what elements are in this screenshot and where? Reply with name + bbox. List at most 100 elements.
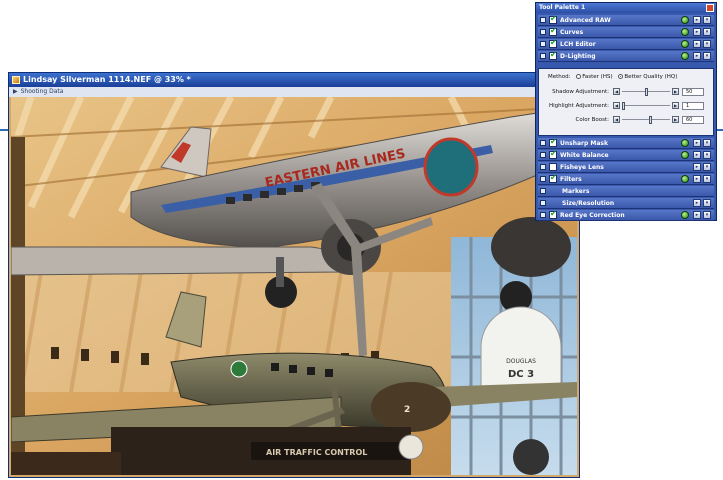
image-file-icon xyxy=(12,76,20,84)
tool-row-fisheye-lens[interactable]: Fisheye Lens ▸ ▾ xyxy=(538,162,714,173)
tool-row-unsharp-mask[interactable]: ✔ Unsharp Mask ▸ ▾ xyxy=(538,137,714,149)
tool-options-button[interactable]: ▸ xyxy=(693,199,701,207)
photo-canvas[interactable]: EASTERN AIR LINES DOUGLAS DC 3 2 AIR TRA… xyxy=(11,97,577,475)
expand-toggle-icon[interactable] xyxy=(540,200,546,206)
tool-menu-button[interactable]: ▾ xyxy=(703,163,711,171)
d-lighting-panel: Method: Faster (HS) Better Quality (HQ) … xyxy=(538,68,714,136)
tool-menu-button[interactable]: ▾ xyxy=(703,52,711,60)
tool-enable-checkbox[interactable]: ✔ xyxy=(549,38,557,48)
tool-menu-button[interactable]: ▾ xyxy=(703,139,711,147)
tool-enable-checkbox[interactable]: ✔ xyxy=(549,50,557,60)
status-green-icon xyxy=(681,139,689,147)
tool-row-red-eye-correction[interactable]: ✔ Red Eye Correction ▸ ▾ xyxy=(538,209,714,221)
slider-value-input[interactable]: 60 xyxy=(682,116,704,124)
expand-toggle-icon[interactable] xyxy=(540,41,546,47)
tool-label: Filters xyxy=(560,176,582,183)
expand-triangle-icon[interactable]: ▶ xyxy=(13,87,18,97)
image-window-title: Lindsay Silverman 1114.NEF @ 33% * xyxy=(23,75,191,84)
radio-better-label[interactable]: Better Quality (HQ) xyxy=(624,74,677,80)
tool-options-button[interactable]: ▸ xyxy=(693,211,701,219)
tool-options-button[interactable]: ▸ xyxy=(693,28,701,36)
tool-label: Markers xyxy=(562,188,590,195)
tool-row-size-resolution[interactable]: Size/Resolution ▸ ▾ xyxy=(538,198,714,209)
tool-menu-button[interactable]: ▾ xyxy=(703,199,711,207)
tool-row-advanced-raw[interactable]: ✔ Advanced RAW ▸ ▾ xyxy=(538,14,714,26)
tool-enable-checkbox[interactable]: ✔ xyxy=(549,137,557,147)
expand-toggle-icon[interactable] xyxy=(540,188,546,194)
slider-label: Highlight Adjustment: xyxy=(548,103,609,109)
decrease-arrow-icon[interactable]: ◀ xyxy=(613,102,620,109)
tool-enable-checkbox[interactable]: ✔ xyxy=(549,26,557,36)
tool-enable-checkbox[interactable]: ✔ xyxy=(549,173,557,183)
expand-toggle-icon[interactable] xyxy=(540,17,546,23)
slider-value-input[interactable]: 1 xyxy=(682,102,704,110)
tool-label: Curves xyxy=(560,29,584,36)
tool-label: LCH Editor xyxy=(560,41,596,48)
palette-close-button[interactable] xyxy=(706,4,714,12)
decrease-arrow-icon[interactable]: ◀ xyxy=(613,116,620,123)
image-window[interactable]: Lindsay Silverman 1114.NEF @ 33% * ▶ Shoo… xyxy=(8,72,580,478)
expand-toggle-icon[interactable] xyxy=(540,152,546,158)
tool-label: Fisheye Lens xyxy=(560,164,604,171)
increase-arrow-icon[interactable]: ▶ xyxy=(672,116,679,123)
tool-options-button[interactable]: ▸ xyxy=(693,52,701,60)
tool-options-button[interactable]: ▸ xyxy=(693,16,701,24)
expand-toggle-icon[interactable] xyxy=(540,140,546,146)
tool-menu-button[interactable]: ▾ xyxy=(703,211,711,219)
tool-menu-button[interactable]: ▾ xyxy=(703,151,711,159)
status-green-icon xyxy=(681,28,689,36)
tool-options-button[interactable]: ▸ xyxy=(693,151,701,159)
tool-enable-checkbox[interactable]: ✔ xyxy=(549,14,557,24)
slider-track[interactable] xyxy=(622,105,670,106)
tool-label: Size/Resolution xyxy=(562,200,615,207)
expand-toggle-icon[interactable] xyxy=(540,29,546,35)
slider-thumb[interactable] xyxy=(644,88,648,96)
method-row: Method: Faster (HS) Better Quality (HQ) xyxy=(548,74,677,80)
tool-enable-checkbox[interactable]: ✔ xyxy=(549,149,557,159)
tool-label: Advanced RAW xyxy=(560,17,611,24)
radio-better-quality[interactable] xyxy=(618,74,624,79)
tool-options-button[interactable]: ▸ xyxy=(693,139,701,147)
expand-toggle-icon[interactable] xyxy=(540,164,546,170)
collapse-toggle-icon[interactable] xyxy=(540,53,546,59)
tool-options-button[interactable]: ▸ xyxy=(693,175,701,183)
radio-faster-label[interactable]: Faster (HS) xyxy=(582,74,612,80)
tool-menu-button[interactable]: ▾ xyxy=(703,175,711,183)
increase-arrow-icon[interactable]: ▶ xyxy=(672,102,679,109)
slider-track[interactable] xyxy=(622,119,670,120)
slider-thumb[interactable] xyxy=(622,102,626,110)
expand-toggle-icon[interactable] xyxy=(540,212,546,218)
tool-row-curves[interactable]: ✔ Curves ▸ ▾ xyxy=(538,26,714,38)
method-label: Method: xyxy=(548,74,571,80)
tool-row-markers[interactable]: Markers xyxy=(538,186,714,197)
slider-row-shadow: Shadow Adjustment: ◀ ▶ 50 xyxy=(539,87,715,97)
slider-row-color-boost: Color Boost: ◀ ▶ 60 xyxy=(539,115,715,125)
decrease-arrow-icon[interactable]: ◀ xyxy=(613,88,620,95)
tool-options-button[interactable]: ▸ xyxy=(693,163,701,171)
tool-row-d-lighting[interactable]: ✔ D-Lighting ▸ ▾ xyxy=(538,50,714,62)
tool-options-button[interactable]: ▸ xyxy=(693,40,701,48)
slider-label: Color Boost: xyxy=(575,117,610,123)
svg-text:AIR TRAFFIC CONTROL: AIR TRAFFIC CONTROL xyxy=(266,448,367,457)
tool-palette[interactable]: Tool Palette 1 ✔ Advanced RAW ▸ ▾ ✔ Curv… xyxy=(535,2,717,221)
tool-row-lch-editor[interactable]: ✔ LCH Editor ▸ ▾ xyxy=(538,38,714,50)
tool-row-white-balance[interactable]: ✔ White Balance ▸ ▾ xyxy=(538,149,714,161)
tool-enable-checkbox[interactable]: ✔ xyxy=(549,209,557,219)
slider-value-input[interactable]: 50 xyxy=(682,88,704,96)
tool-menu-button[interactable]: ▾ xyxy=(703,28,711,36)
tool-label: Unsharp Mask xyxy=(560,140,608,147)
expand-toggle-icon[interactable] xyxy=(540,176,546,182)
tool-enable-checkbox[interactable] xyxy=(549,163,557,171)
tool-label: D-Lighting xyxy=(560,53,596,60)
svg-text:DOUGLAS: DOUGLAS xyxy=(506,358,536,365)
status-green-icon xyxy=(681,175,689,183)
image-window-titlebar[interactable]: Lindsay Silverman 1114.NEF @ 33% * xyxy=(9,73,579,87)
tool-palette-titlebar[interactable]: Tool Palette 1 xyxy=(536,3,716,13)
tool-menu-button[interactable]: ▾ xyxy=(703,16,711,24)
shooting-data-bar[interactable]: ▶ Shooting Data xyxy=(9,87,579,97)
tool-row-filters[interactable]: ✔ Filters ▸ ▾ xyxy=(538,173,714,185)
radio-faster[interactable] xyxy=(576,74,582,79)
increase-arrow-icon[interactable]: ▶ xyxy=(672,88,679,95)
slider-thumb[interactable] xyxy=(649,116,652,124)
tool-menu-button[interactable]: ▾ xyxy=(703,40,711,48)
